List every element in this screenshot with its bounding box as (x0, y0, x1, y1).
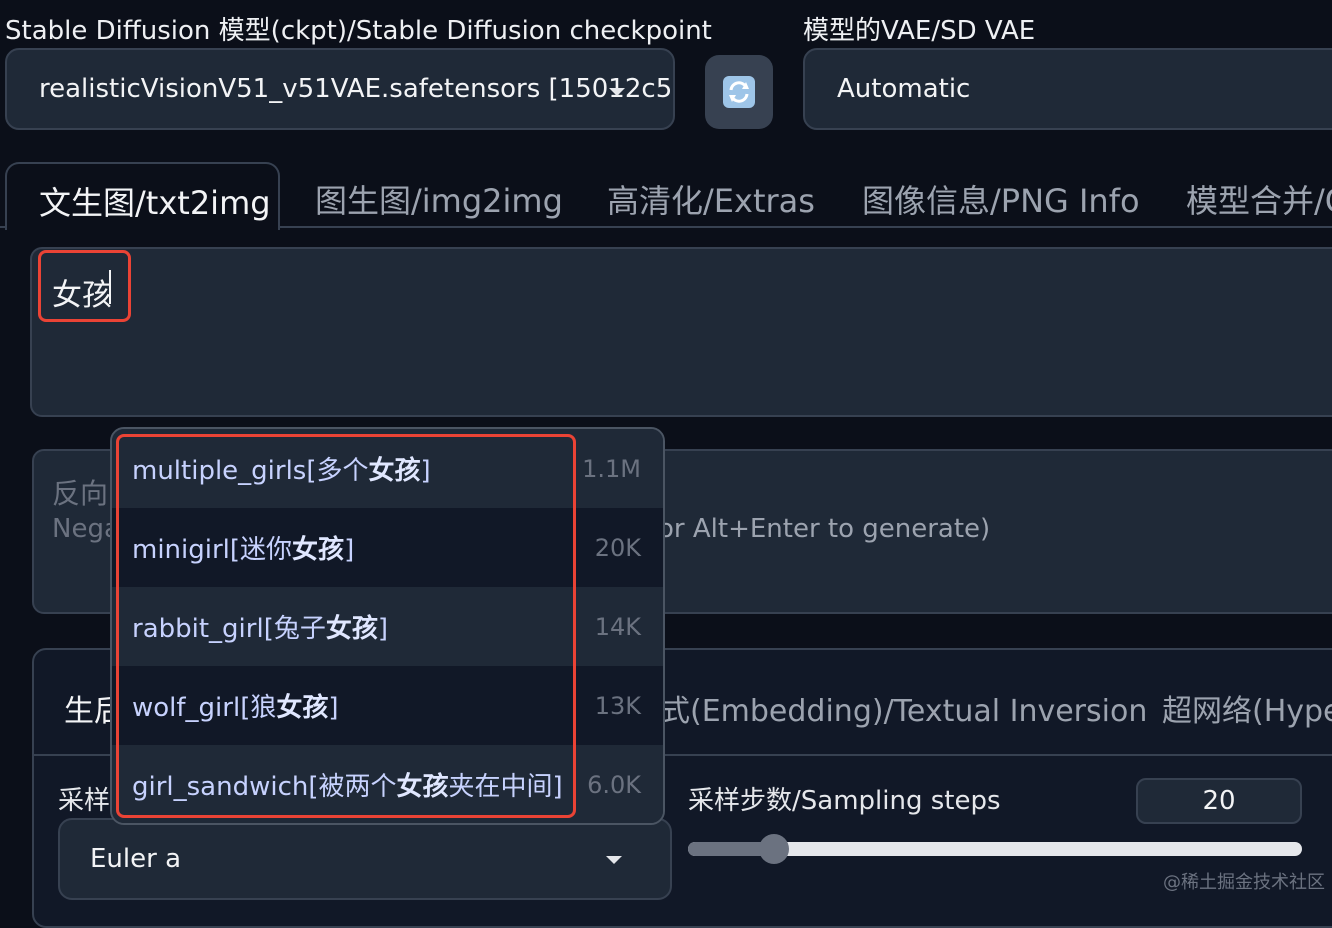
chevron-down-icon (609, 88, 625, 96)
tab-txt2img[interactable]: 文生图/txt2img (5, 162, 280, 230)
tab-img2img[interactable]: 图生图/img2img (315, 176, 563, 222)
vae-value: Automatic (837, 74, 971, 104)
checkpoint-label: Stable Diffusion 模型(ckpt)/Stable Diffusi… (5, 16, 712, 46)
refresh-button[interactable] (705, 55, 773, 129)
sampling-steps-input[interactable]: 20 (1136, 778, 1302, 824)
negative-prompt-label: 反向 (52, 477, 109, 510)
chevron-down-icon (606, 856, 622, 864)
text-cursor (109, 270, 111, 304)
vae-label: 模型的VAE/SD VAE (803, 16, 1036, 46)
watermark: @稀土掘金技术社区 (1163, 872, 1325, 893)
autocomplete-highlight (116, 434, 576, 818)
subtab-hypernetwork[interactable]: 超网络(Hype (1162, 686, 1332, 730)
sampler-select[interactable]: Euler a (58, 818, 672, 900)
tab-extras[interactable]: 高清化/Extras (607, 176, 815, 222)
sampling-steps-label: 采样步数/Sampling steps (688, 786, 1001, 816)
tab-label: 文生图/txt2img (39, 184, 271, 222)
slider-fill (688, 842, 769, 856)
negative-prompt-placeholder-end: or Alt+Enter to generate) (658, 514, 991, 544)
prompt-text: 女孩 (52, 278, 112, 313)
checkpoint-value: realisticVisionV51_v51VAE.safetensors [1… (39, 74, 673, 104)
sampler-value: Euler a (90, 844, 182, 874)
sampler-label: 采样 (58, 786, 111, 816)
subtab-embedding[interactable]: 式(Embedding)/Textual Inversion (660, 686, 1147, 730)
checkpoint-select[interactable]: realisticVisionV51_v51VAE.safetensors [1… (5, 48, 675, 130)
autocomplete-item-count: 1.1M (582, 454, 641, 483)
prompt-textarea[interactable] (30, 247, 1332, 417)
autocomplete-item-count: 13K (594, 691, 641, 720)
tab-checkpoint-merger[interactable]: 模型合并/C (1186, 176, 1332, 222)
tab-png-info[interactable]: 图像信息/PNG Info (862, 176, 1140, 222)
autocomplete-item-count: 14K (594, 612, 641, 641)
autocomplete-item-count: 20K (594, 533, 641, 562)
refresh-icon (723, 76, 755, 108)
vae-select[interactable]: Automatic (803, 48, 1332, 130)
autocomplete-item-count: 6.0K (587, 770, 641, 799)
slider-thumb[interactable] (759, 834, 789, 864)
